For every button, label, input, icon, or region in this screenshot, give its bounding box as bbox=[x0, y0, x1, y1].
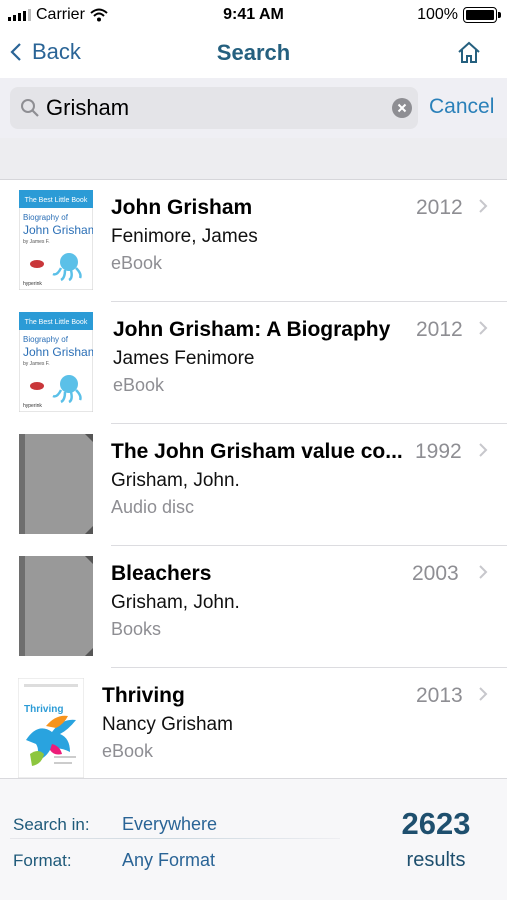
cover-line1: Biography of bbox=[23, 335, 69, 344]
battery-percent: 100% bbox=[417, 6, 458, 23]
cover-line3: by James F. bbox=[23, 239, 50, 245]
results-count-label: results bbox=[406, 849, 466, 871]
result-title: John Grisham bbox=[111, 196, 253, 219]
list-item[interactable]: Bleachers Grisham, John. Books 2003 bbox=[0, 546, 507, 668]
search-icon bbox=[21, 99, 39, 117]
result-year: 2003 bbox=[412, 562, 459, 585]
list-item[interactable]: Thriving Thriving Nancy Grisham eBook 20… bbox=[0, 668, 507, 778]
battery-icon bbox=[463, 7, 501, 23]
result-format: eBook bbox=[111, 253, 163, 273]
filter-divider bbox=[10, 838, 340, 839]
result-format: Audio disc bbox=[111, 497, 195, 517]
result-title: Thriving bbox=[102, 684, 185, 707]
book-cover-placeholder bbox=[19, 434, 93, 534]
result-year: 1992 bbox=[415, 440, 462, 463]
status-bar: Carrier 9:41 AM 100% bbox=[0, 0, 507, 30]
results-list: The Best Little Book Biography of John G… bbox=[0, 180, 507, 778]
back-label: Back bbox=[32, 39, 81, 64]
cover-line3: by James F. bbox=[23, 361, 50, 367]
filter-bar: Search in: Everywhere Format: Any Format… bbox=[0, 778, 507, 900]
result-year: 2013 bbox=[416, 684, 463, 707]
result-author: Nancy Grisham bbox=[102, 714, 233, 735]
cancel-button[interactable]: Cancel bbox=[429, 95, 494, 119]
result-title: The John Grisham value co... bbox=[111, 440, 403, 463]
result-author: Grisham, John. bbox=[111, 592, 240, 613]
search-bar: Cancel bbox=[0, 78, 507, 138]
result-author: Fenimore, James bbox=[111, 226, 258, 247]
chevron-left-icon bbox=[10, 43, 21, 61]
result-format: eBook bbox=[102, 741, 154, 761]
chevron-right-icon bbox=[479, 565, 488, 579]
chevron-right-icon bbox=[479, 443, 488, 457]
clear-icon[interactable] bbox=[392, 98, 412, 118]
result-year: 2012 bbox=[416, 196, 463, 219]
cover-line2: John Grisham bbox=[23, 223, 93, 237]
result-title: Bleachers bbox=[111, 562, 212, 585]
search-in-selector[interactable]: Everywhere bbox=[122, 814, 217, 835]
result-author: Grisham, John. bbox=[111, 470, 240, 491]
format-label: Format: bbox=[13, 851, 72, 870]
cover-brand: hyperink bbox=[23, 403, 42, 409]
cover-line1: Biography of bbox=[23, 213, 69, 222]
search-field[interactable] bbox=[10, 87, 418, 129]
cover-banner: The Best Little Book bbox=[25, 197, 88, 204]
cover-line2: John Grisham bbox=[23, 345, 93, 359]
result-title: John Grisham: A Biography bbox=[113, 318, 391, 341]
list-item[interactable]: The John Grisham value co... Grisham, Jo… bbox=[0, 424, 507, 546]
list-item[interactable]: The Best Little Book Biography of John G… bbox=[0, 302, 507, 424]
results-header-band bbox=[0, 138, 507, 180]
home-icon[interactable] bbox=[455, 39, 483, 67]
result-year: 2012 bbox=[416, 318, 463, 341]
results-count: 2623 bbox=[401, 806, 471, 841]
cover-title: Thriving bbox=[24, 704, 63, 715]
book-cover-image: The Best Little Book Biography of John G… bbox=[19, 312, 93, 412]
book-cover-image: Thriving bbox=[18, 678, 84, 778]
result-format: Books bbox=[111, 619, 162, 639]
chevron-right-icon bbox=[479, 199, 488, 213]
format-selector[interactable]: Any Format bbox=[122, 850, 215, 871]
chevron-right-icon bbox=[479, 321, 488, 335]
back-button[interactable]: Back bbox=[10, 39, 81, 65]
search-in-label: Search in: bbox=[13, 815, 90, 834]
result-format: eBook bbox=[113, 375, 165, 395]
book-cover-placeholder bbox=[19, 556, 93, 656]
status-right: 100% bbox=[417, 6, 501, 24]
book-cover-image: The Best Little Book Biography of John G… bbox=[19, 190, 93, 290]
chevron-right-icon bbox=[479, 687, 488, 701]
navigation-bar: Back Search bbox=[0, 30, 507, 78]
search-input[interactable] bbox=[46, 91, 386, 125]
list-item[interactable]: The Best Little Book Biography of John G… bbox=[0, 180, 507, 302]
cover-banner: The Best Little Book bbox=[25, 319, 88, 326]
cover-brand: hyperink bbox=[23, 281, 42, 287]
result-author: James Fenimore bbox=[113, 348, 255, 369]
